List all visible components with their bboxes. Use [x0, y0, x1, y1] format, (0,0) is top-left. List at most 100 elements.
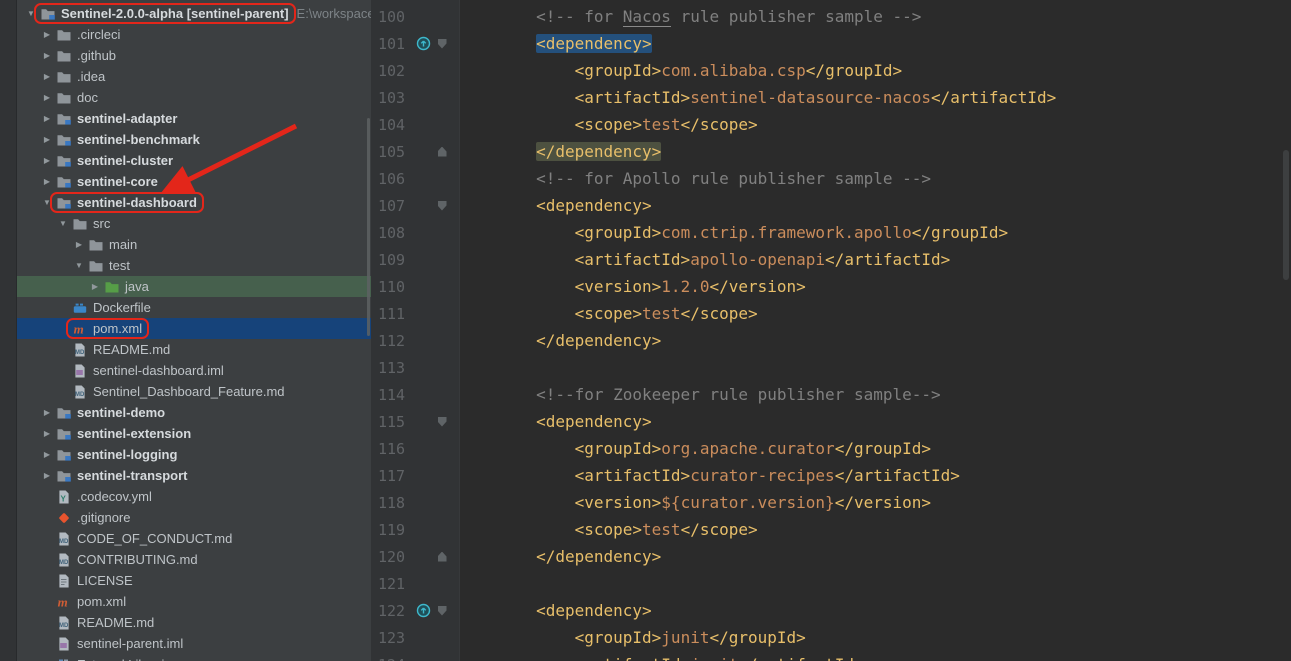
chevron-expanded-icon[interactable]: ▼	[55, 219, 71, 228]
tree-item-codecov-yml[interactable]: Y .codecov.yml	[17, 486, 371, 507]
fold-down-icon[interactable]	[437, 200, 447, 211]
chevron-collapsed-icon[interactable]: ▶	[39, 177, 55, 186]
code-line-100[interactable]: 100 <!-- for Nacos rule publisher sample…	[371, 3, 1291, 30]
code-line-115[interactable]: 115 <dependency>	[371, 408, 1291, 435]
chevron-collapsed-icon[interactable]: ▶	[39, 408, 55, 417]
code-line-102[interactable]: 102 <groupId>com.alibaba.csp</groupId>	[371, 57, 1291, 84]
tree-item-github[interactable]: ▶ .github	[17, 45, 371, 66]
chevron-collapsed-icon[interactable]: ▶	[39, 30, 55, 39]
code-line-120[interactable]: 120 </dependency>	[371, 543, 1291, 570]
tree-item-test[interactable]: ▼ test	[17, 255, 371, 276]
code-text[interactable]: <artifactId>sentinel-datasource-nacos</a…	[459, 84, 1057, 111]
chevron-collapsed-icon[interactable]: ▶	[39, 450, 55, 459]
tree-item-src[interactable]: ▼ src	[17, 213, 371, 234]
chevron-collapsed-icon[interactable]: ▶	[39, 429, 55, 438]
chevron-collapsed-icon[interactable]: ▶	[39, 135, 55, 144]
code-line-107[interactable]: 107 <dependency>	[371, 192, 1291, 219]
code-text[interactable]: <artifactId>curator-recipes</artifactId>	[459, 462, 960, 489]
tree-item-sentinel-dashboard-feature-md[interactable]: MD Sentinel_Dashboard_Feature.md	[17, 381, 371, 402]
tree-item-sentinel-adapter[interactable]: ▶ sentinel-adapter	[17, 108, 371, 129]
chevron-collapsed-icon[interactable]: ▶	[39, 93, 55, 102]
chevron-collapsed-icon[interactable]: ▶	[71, 240, 87, 249]
code-text[interactable]: <!-- for Nacos rule publisher sample -->	[459, 3, 921, 30]
tree-item-contributing-md[interactable]: MD CONTRIBUTING.md	[17, 549, 371, 570]
tree-scrollbar[interactable]	[367, 118, 370, 336]
chevron-collapsed-icon[interactable]: ▶	[87, 282, 103, 291]
dependency-update-gutter-icon[interactable]	[412, 36, 434, 51]
code-line-124[interactable]: 124 <artifactId>junit</artifactId>	[371, 651, 1291, 661]
tree-item-pom-xml[interactable]: m pom.xml	[17, 591, 371, 612]
tree-item-circleci[interactable]: ▶ .circleci	[17, 24, 371, 45]
tree-item-sentinel-dashboard[interactable]: ▼ sentinel-dashboard	[17, 191, 371, 213]
code-text[interactable]: <version>${curator.version}</version>	[459, 489, 931, 516]
chevron-expanded-icon[interactable]: ▼	[71, 261, 87, 270]
chevron-collapsed-icon[interactable]: ▶	[39, 51, 55, 60]
tree-item-java[interactable]: ▶ java	[17, 276, 371, 297]
fold-down-icon[interactable]	[437, 416, 447, 427]
code-line-118[interactable]: 118 <version>${curator.version}</version…	[371, 489, 1291, 516]
code-text[interactable]: </dependency>	[459, 327, 661, 354]
fold-down-icon[interactable]	[437, 605, 447, 616]
chevron-expanded-icon[interactable]: ▼	[23, 9, 39, 18]
code-line-116[interactable]: 116 <groupId>org.apache.curator</groupId…	[371, 435, 1291, 462]
tree-item-readme-md[interactable]: MD README.md	[17, 612, 371, 633]
code-text[interactable]: <groupId>org.apache.curator</groupId>	[459, 435, 931, 462]
code-line-101[interactable]: 101 <dependency>	[371, 30, 1291, 57]
tree-item-sentinel-transport[interactable]: ▶ sentinel-transport	[17, 465, 371, 486]
code-text[interactable]: <dependency>	[459, 192, 652, 219]
tree-item-sentinel-cluster[interactable]: ▶ sentinel-cluster	[17, 150, 371, 171]
code-line-112[interactable]: 112 </dependency>	[371, 327, 1291, 354]
tree-item-sentinel-parent-iml[interactable]: sentinel-parent.iml	[17, 633, 371, 654]
code-text[interactable]: </dependency>	[459, 138, 662, 165]
code-line-119[interactable]: 119 <scope>test</scope>	[371, 516, 1291, 543]
code-text[interactable]: <groupId>junit</groupId>	[459, 624, 806, 651]
code-text[interactable]: <groupId>com.alibaba.csp</groupId>	[459, 57, 903, 84]
code-line-103[interactable]: 103 <artifactId>sentinel-datasource-naco…	[371, 84, 1291, 111]
tree-item-dockerfile[interactable]: Dockerfile	[17, 297, 371, 318]
code-line-111[interactable]: 111 <scope>test</scope>	[371, 300, 1291, 327]
tree-item-sentinel-extension[interactable]: ▶ sentinel-extension	[17, 423, 371, 444]
code-text[interactable]: <artifactId>junit</artifactId>	[459, 651, 864, 661]
fold-up-icon[interactable]	[437, 551, 447, 562]
tree-item-main[interactable]: ▶ main	[17, 234, 371, 255]
tree-item-sentinel-2-0-0-alpha-sentinel-parent[interactable]: ▼ Sentinel-2.0.0-alpha [sentinel-parent] E…	[17, 2, 371, 24]
code-text[interactable]: <dependency>	[459, 30, 652, 57]
tree-item-idea[interactable]: ▶ .idea	[17, 66, 371, 87]
tree-item-gitignore[interactable]: .gitignore	[17, 507, 371, 528]
code-line-114[interactable]: 114 <!--for Zookeeper rule publisher sam…	[371, 381, 1291, 408]
code-line-110[interactable]: 110 <version>1.2.0</version>	[371, 273, 1291, 300]
tree-item-sentinel-demo[interactable]: ▶ sentinel-demo	[17, 402, 371, 423]
tree-item-sentinel-logging[interactable]: ▶ sentinel-logging	[17, 444, 371, 465]
chevron-collapsed-icon[interactable]: ▶	[39, 156, 55, 165]
dependency-update-gutter-icon[interactable]	[412, 603, 434, 618]
code-text[interactable]: <scope>test</scope>	[459, 516, 758, 543]
tree-item-pom-xml[interactable]: m pom.xml	[17, 317, 371, 339]
tree-item-sentinel-dashboard-iml[interactable]: sentinel-dashboard.iml	[17, 360, 371, 381]
tree-item-external-libraries[interactable]: ▶External Libraries	[17, 654, 371, 661]
code-text[interactable]: <scope>test</scope>	[459, 111, 758, 138]
fold-down-icon[interactable]	[437, 38, 447, 49]
code-text[interactable]: <artifactId>apollo-openapi</artifactId>	[459, 246, 951, 273]
code-text[interactable]: <!--for Zookeeper rule publisher sample-…	[459, 381, 941, 408]
tree-item-sentinel-core[interactable]: ▶ sentinel-core	[17, 171, 371, 192]
code-line-117[interactable]: 117 <artifactId>curator-recipes</artifac…	[371, 462, 1291, 489]
code-line-122[interactable]: 122 <dependency>	[371, 597, 1291, 624]
tree-item-sentinel-benchmark[interactable]: ▶ sentinel-benchmark	[17, 129, 371, 150]
code-text[interactable]: </dependency>	[459, 543, 661, 570]
code-line-123[interactable]: 123 <groupId>junit</groupId>	[371, 624, 1291, 651]
code-text[interactable]: <groupId>com.ctrip.framework.apollo</gro…	[459, 219, 1008, 246]
chevron-expanded-icon[interactable]: ▼	[39, 198, 55, 207]
code-line-106[interactable]: 106 <!-- for Apollo rule publisher sampl…	[371, 165, 1291, 192]
code-line-104[interactable]: 104 <scope>test</scope>	[371, 111, 1291, 138]
code-line-113[interactable]: 113	[371, 354, 1291, 381]
code-text[interactable]: <scope>test</scope>	[459, 300, 758, 327]
chevron-collapsed-icon[interactable]: ▶	[39, 72, 55, 81]
tree-item-license[interactable]: LICENSE	[17, 570, 371, 591]
code-line-109[interactable]: 109 <artifactId>apollo-openapi</artifact…	[371, 246, 1291, 273]
chevron-collapsed-icon[interactable]: ▶	[39, 114, 55, 123]
code-text[interactable]: <dependency>	[459, 597, 652, 624]
tree-item-doc[interactable]: ▶ doc	[17, 87, 371, 108]
code-text[interactable]: <version>1.2.0</version>	[459, 273, 806, 300]
tree-item-code-of-conduct-md[interactable]: MD CODE_OF_CONDUCT.md	[17, 528, 371, 549]
tree-item-readme-md[interactable]: MD README.md	[17, 339, 371, 360]
